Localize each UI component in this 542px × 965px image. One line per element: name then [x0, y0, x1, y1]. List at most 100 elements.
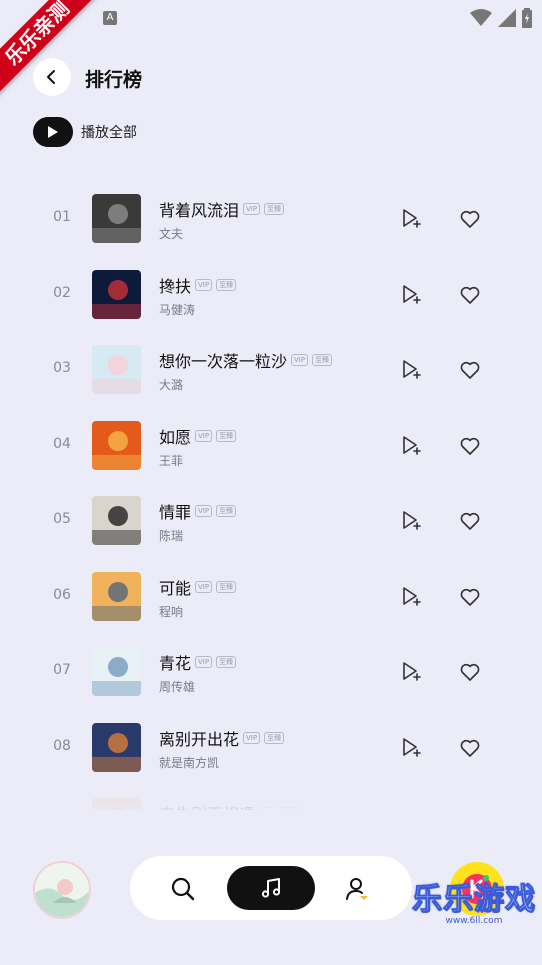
heart-icon[interactable] [459, 510, 481, 532]
chevron-left-icon [47, 70, 55, 84]
now-playing-avatar[interactable] [33, 861, 91, 919]
watermark-main: 乐乐游戏 [412, 882, 536, 917]
song-artist: 程响 [159, 604, 184, 619]
album-cover[interactable] [92, 194, 141, 243]
song-row[interactable]: 01 背着风流泪 VIP 至臻 文夫 [0, 180, 542, 255]
add-to-playlist-icon[interactable] [400, 736, 422, 758]
song-row[interactable]: 02 搀扶 VIP 至臻 马健涛 [0, 256, 542, 331]
nav-pill [130, 856, 412, 920]
album-cover[interactable] [92, 345, 141, 394]
song-rank: 03 [53, 360, 71, 376]
premium-badge: 至臻 [264, 731, 285, 744]
add-to-playlist-icon[interactable] [400, 660, 422, 682]
vip-badge: VIP [291, 354, 309, 366]
song-row[interactable]: 08 离别开出花 VIP 至臻就是南方凯 [0, 709, 542, 784]
song-artist: 王菲 [159, 453, 184, 468]
add-to-playlist-icon[interactable] [400, 585, 422, 607]
heart-icon[interactable] [459, 359, 481, 381]
song-row[interactable]: 06 可能 VIP 至臻程响 [0, 558, 542, 633]
heart-icon[interactable] [459, 435, 481, 457]
bottom-nav: 乐乐游戏 www.6ll.com [0, 850, 542, 930]
premium-badge: 至臻 [216, 429, 237, 442]
song-row[interactable]: 07 青花 VIP 至臻周传雄 [0, 633, 542, 708]
play-all-label: 播放全部 [81, 125, 137, 141]
song-rank: 08 [53, 737, 71, 754]
premium-badge: 至臻 [216, 505, 237, 517]
play-all-button[interactable]: 播放全部 [33, 117, 137, 147]
heart-icon[interactable] [459, 737, 481, 759]
add-to-playlist-icon[interactable] [400, 509, 422, 531]
song-title-line: 背着风流泪 VIP 至臻 [159, 197, 285, 221]
vip-badge: VIP [195, 656, 213, 668]
song-row[interactable]: 04 如愿 VIP 至臻王菲 [0, 407, 542, 482]
premium-badge: 至臻 [312, 354, 333, 366]
song-artist: 大潞 [159, 378, 184, 392]
watermark: 乐乐游戏 www.6ll.com [412, 882, 536, 926]
song-title-line: 可能 VIP 至臻 [159, 575, 237, 599]
nav-profile[interactable] [344, 876, 370, 902]
heart-icon[interactable] [459, 661, 481, 683]
add-to-playlist-icon[interactable] [400, 207, 422, 229]
song-title: 离别开出花 [159, 729, 240, 749]
back-button[interactable] [33, 58, 71, 96]
list-fade [0, 780, 542, 820]
song-rank: 01 [53, 209, 71, 225]
song-rank: 04 [53, 435, 71, 452]
nav-music[interactable] [227, 866, 315, 910]
music-note-icon [261, 878, 281, 898]
heart-icon[interactable] [459, 208, 481, 230]
song-artist: 马健涛 [159, 302, 196, 317]
song-title: 情罪 [159, 503, 192, 522]
vip-badge: VIP [243, 731, 261, 744]
vip-badge: VIP [195, 580, 213, 593]
vip-badge: VIP [195, 505, 213, 517]
profile-icon [346, 878, 368, 900]
play-icon [48, 126, 58, 138]
album-art-thumbnail [35, 863, 89, 917]
premium-badge: 至臻 [216, 580, 237, 593]
song-title-line: 想你一次落一粒沙 VIP 至臻 [159, 348, 333, 372]
song-title-line: 搀扶 VIP 至臻 [159, 273, 237, 297]
watermark-url: www.6ll.com [445, 916, 503, 926]
song-title: 青花 [159, 654, 192, 673]
song-title: 如愿 [159, 427, 192, 447]
song-row[interactable]: 05 情罪 VIP 至臻陈瑞 [0, 482, 542, 557]
song-title-line: 离别开出花 VIP 至臻 [159, 726, 285, 750]
song-row[interactable]: 03 想你一次落一粒沙 VIP 至臻大潞 [0, 331, 542, 406]
song-title: 背着风流泪 [159, 201, 240, 220]
song-artist: 周传雄 [159, 680, 196, 694]
song-artist: 陈瑞 [159, 529, 184, 543]
heart-icon[interactable] [459, 284, 481, 306]
song-title: 搀扶 [159, 276, 192, 296]
status-icons [470, 8, 532, 28]
nav-search[interactable] [170, 876, 196, 902]
header: 排行榜 [0, 56, 542, 100]
search-icon [171, 877, 195, 901]
song-rank: 07 [53, 662, 71, 678]
song-title-line: 青花 VIP 至臻 [159, 650, 237, 674]
song-rank: 06 [53, 586, 71, 603]
song-rank: 05 [53, 511, 71, 527]
page-title: 排行榜 [85, 69, 143, 91]
add-to-playlist-icon[interactable] [400, 358, 422, 380]
vip-badge: VIP [195, 429, 213, 442]
album-cover[interactable] [92, 420, 141, 470]
album-cover[interactable] [92, 269, 141, 319]
wifi-icon [470, 9, 492, 26]
song-title-line: 如愿 VIP 至臻 [159, 424, 237, 448]
add-to-playlist-icon[interactable] [400, 283, 422, 305]
song-list: 01 背着风流泪 VIP 至臻 文夫 02 搀扶 VIP 至臻 马健涛 03 想你一次落一粒沙 VIP 至… [0, 180, 542, 810]
song-artist: 就是南方凯 [159, 755, 220, 770]
song-title: 可能 [159, 578, 192, 598]
heart-icon[interactable] [459, 586, 481, 608]
play-all-icon-button[interactable] [33, 117, 73, 147]
premium-badge: 至臻 [216, 656, 237, 668]
album-cover[interactable] [92, 647, 141, 696]
album-cover[interactable] [92, 722, 141, 772]
song-title: 想你一次落一粒沙 [159, 352, 288, 371]
add-to-playlist-icon[interactable] [400, 434, 422, 456]
vip-badge: VIP [243, 203, 261, 215]
vip-badge: VIP [195, 278, 213, 291]
album-cover[interactable] [92, 571, 141, 621]
album-cover[interactable] [92, 496, 141, 545]
